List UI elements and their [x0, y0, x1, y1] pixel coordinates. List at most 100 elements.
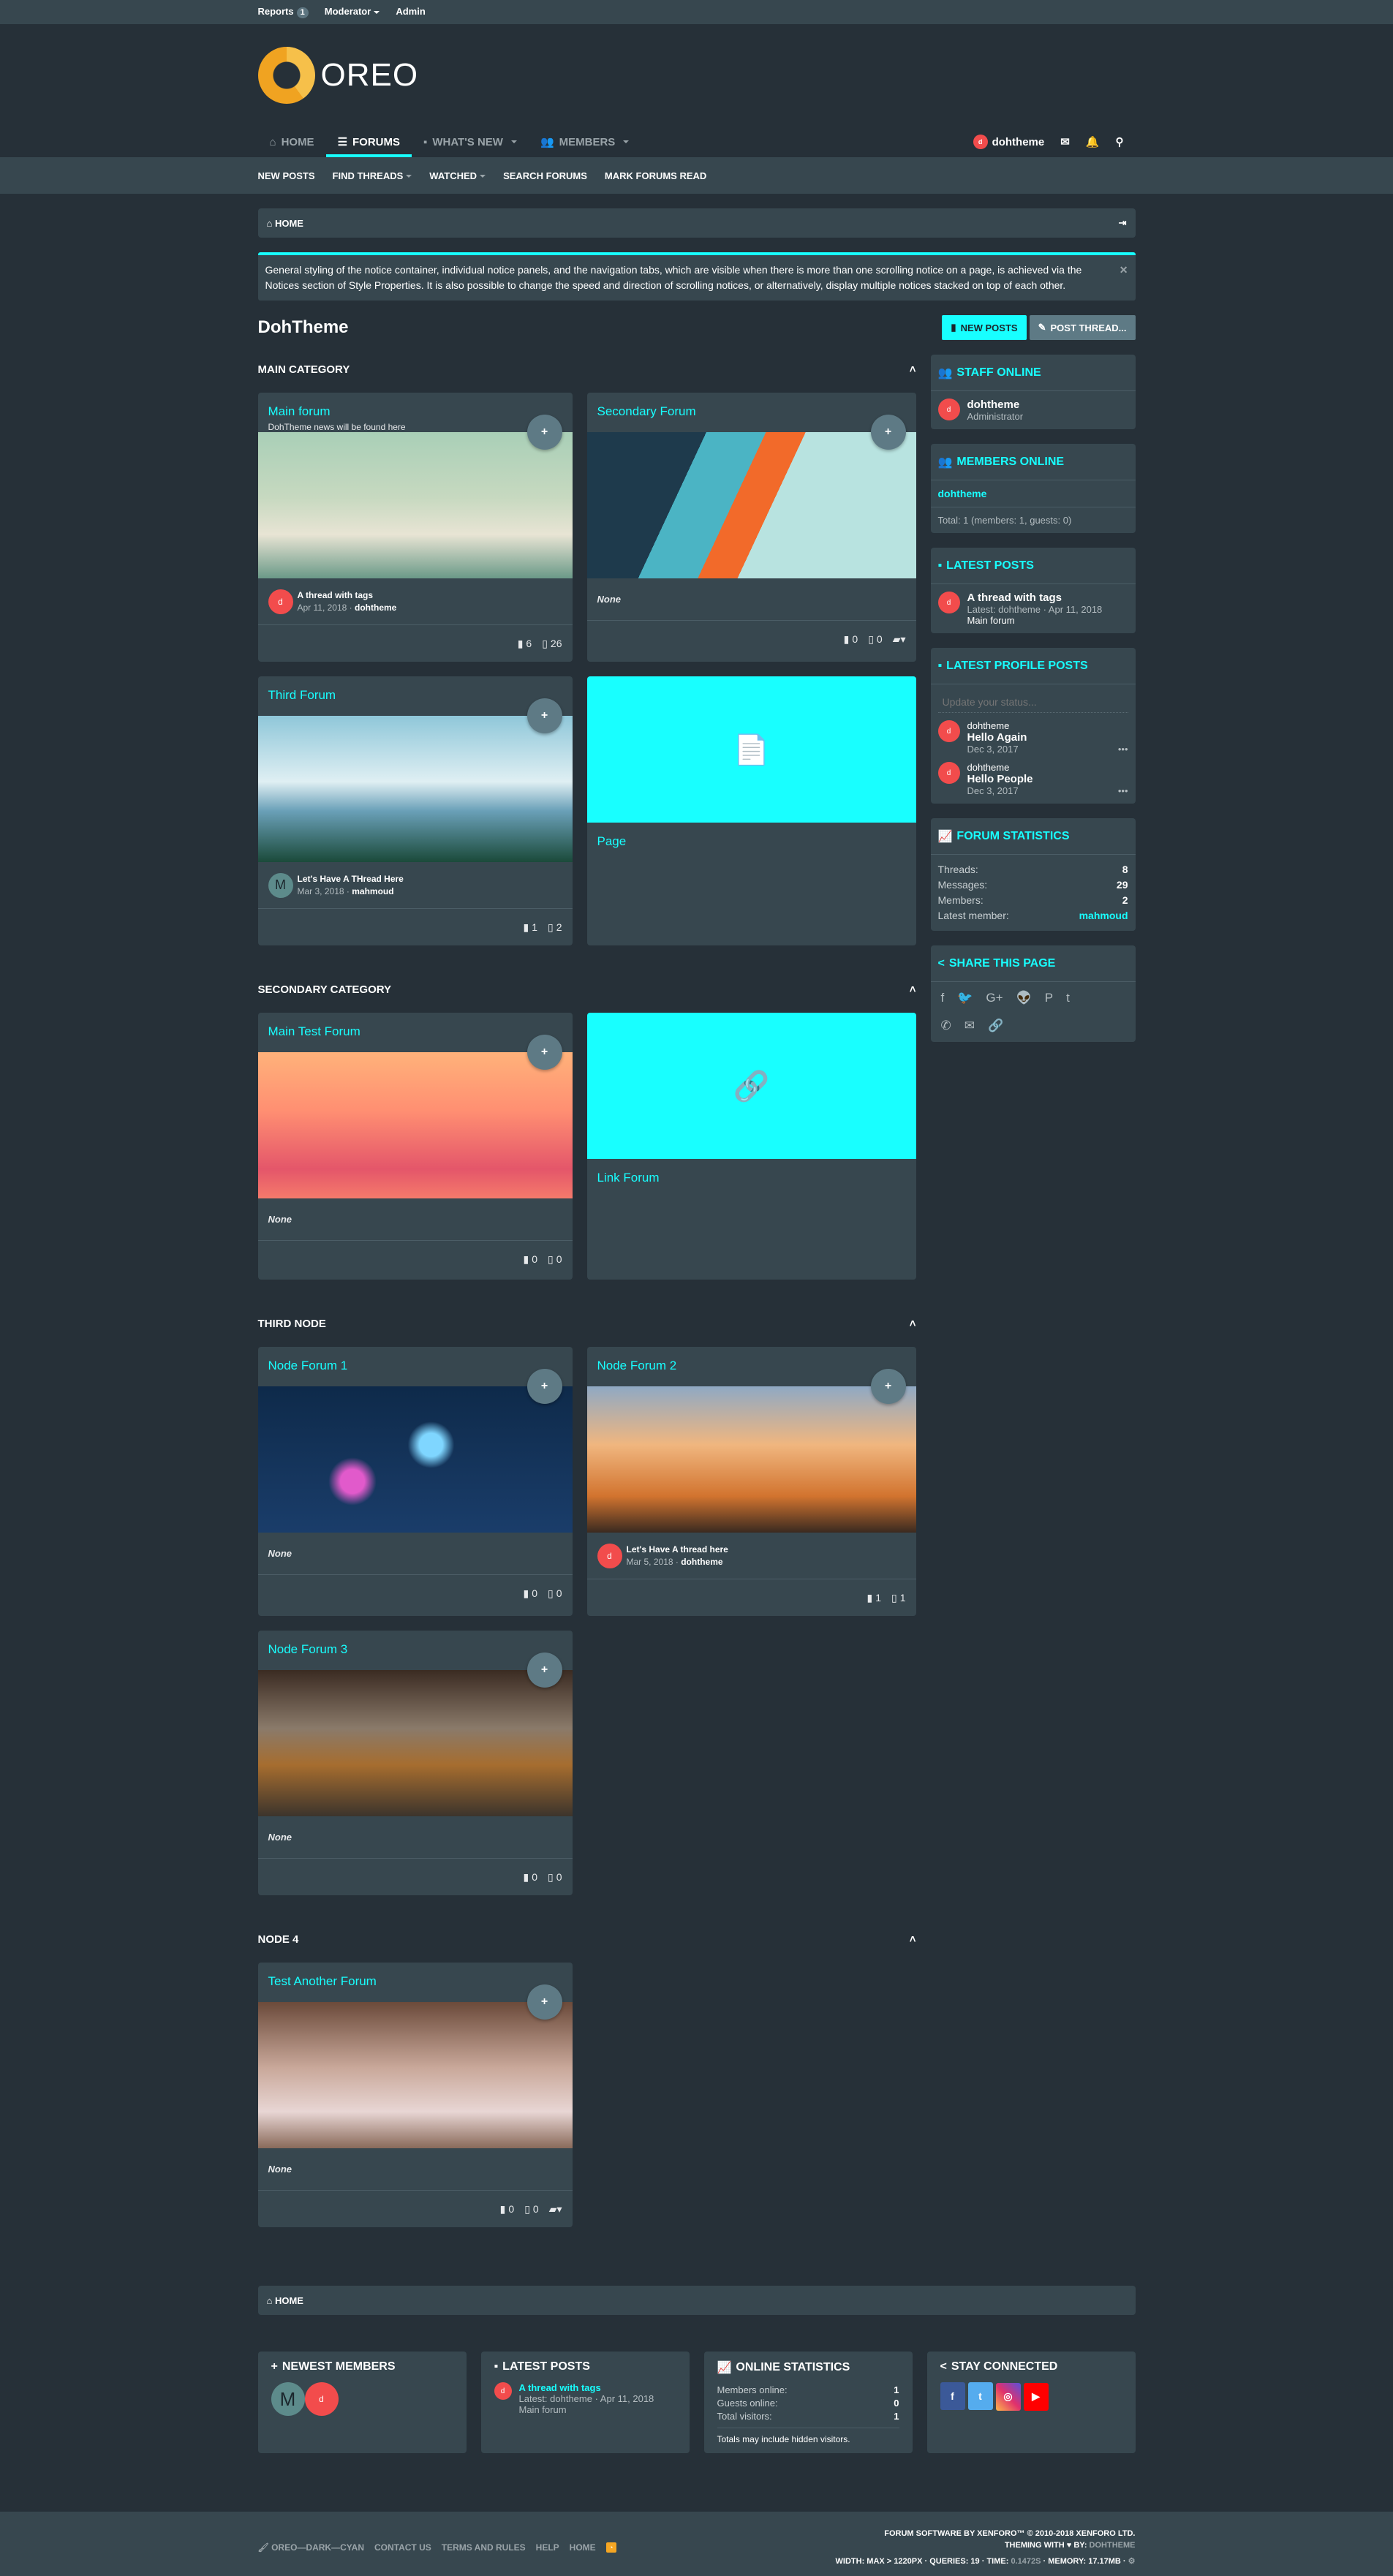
subnav-search-forums[interactable]: SEARCH FORUMS: [503, 170, 587, 181]
latest-member-link[interactable]: mahmoud: [1079, 908, 1128, 923]
footer-link-contact[interactable]: CONTACT US: [374, 2542, 431, 2553]
node-title[interactable]: Node Forum 2: [597, 1359, 906, 1373]
last-thread-link[interactable]: Let's Have A thread here: [627, 1544, 728, 1555]
node-title[interactable]: Main forum: [268, 404, 562, 419]
logo[interactable]: OREO: [257, 47, 419, 104]
user-menu[interactable]: d dohtheme: [973, 135, 1044, 149]
reddit-icon[interactable]: 👽: [1016, 991, 1032, 1005]
thread-link[interactable]: A thread with tags: [967, 592, 1103, 604]
more-icon[interactable]: •••: [1118, 785, 1128, 796]
nav-tab-whats-new[interactable]: ▪ WHAT'S NEW: [412, 126, 529, 157]
collapse-icon[interactable]: ˄: [910, 1933, 916, 1946]
new-thread-button[interactable]: +: [526, 1653, 562, 1688]
node-image[interactable]: [257, 716, 573, 862]
rss-icon[interactable]: ◔: [605, 2542, 616, 2553]
nav-tab-members[interactable]: 👥 MEMBERS: [529, 126, 641, 157]
new-thread-button[interactable]: +: [526, 1369, 562, 1404]
node-image[interactable]: [257, 1386, 573, 1533]
subnav-watched[interactable]: WATCHED: [429, 170, 486, 181]
facebook-icon[interactable]: f: [940, 2382, 965, 2410]
new-thread-button[interactable]: +: [526, 1035, 562, 1070]
post-user[interactable]: dohtheme: [967, 720, 1128, 731]
subnav-find-threads[interactable]: FIND THREADS: [333, 170, 412, 181]
online-member-link[interactable]: dohtheme: [930, 480, 1136, 507]
twitter-icon[interactable]: 🐦: [957, 991, 973, 1005]
post-thread-button[interactable]: ✎ POST THREAD...: [1029, 315, 1136, 340]
folder-menu-icon[interactable]: ▰▾: [893, 633, 906, 646]
category-title[interactable]: SECONDARY CATEGORY: [258, 983, 392, 996]
node-title[interactable]: Page: [587, 823, 916, 861]
breadcrumb-home[interactable]: ⌂ HOME: [267, 218, 303, 229]
node-title[interactable]: Node Forum 1: [268, 1359, 562, 1373]
subnav-new-posts[interactable]: NEW POSTS: [258, 170, 315, 181]
footer-link-help[interactable]: HELP: [536, 2542, 559, 2553]
link-icon[interactable]: 🔗: [586, 1013, 916, 1159]
node-title[interactable]: Secondary Forum: [597, 404, 906, 419]
post-user[interactable]: dohtheme: [967, 762, 1128, 773]
node-title[interactable]: Main Test Forum: [268, 1024, 562, 1039]
footer-link-terms[interactable]: TERMS AND RULES: [442, 2542, 526, 2553]
new-thread-button[interactable]: +: [526, 415, 562, 450]
folder-menu-icon[interactable]: ▰▾: [549, 2203, 562, 2216]
admin-link[interactable]: Admin: [396, 6, 425, 18]
gear-icon[interactable]: ⚙: [1128, 2557, 1136, 2566]
bell-icon[interactable]: 🔔: [1086, 135, 1100, 148]
node-image[interactable]: [257, 1052, 573, 1198]
nav-tab-home[interactable]: ⌂ HOME: [258, 126, 326, 157]
node-title[interactable]: Link Forum: [587, 1159, 916, 1197]
search-icon[interactable]: ⚲: [1116, 135, 1124, 148]
category-title[interactable]: THIRD NODE: [258, 1318, 326, 1330]
node-image[interactable]: [257, 1670, 573, 1816]
new-posts-button[interactable]: ▮ NEW POSTS: [942, 315, 1027, 340]
node-title[interactable]: Node Forum 3: [268, 1642, 562, 1657]
nav-tab-forums[interactable]: ☰ FORUMS: [325, 126, 412, 157]
instagram-icon[interactable]: ◎: [995, 2382, 1021, 2411]
node-image[interactable]: [257, 2002, 573, 2148]
whatsapp-icon[interactable]: ✆: [941, 1019, 951, 1033]
theme-author-link[interactable]: DOHTHEME: [1090, 2541, 1136, 2550]
node-title[interactable]: Third Forum: [268, 688, 562, 703]
thread-link[interactable]: A thread with tags: [519, 2382, 654, 2393]
new-thread-button[interactable]: +: [870, 415, 906, 450]
last-thread-link[interactable]: A thread with tags: [298, 590, 397, 600]
forum-link[interactable]: Main forum: [967, 615, 1103, 626]
close-icon[interactable]: ✕: [1120, 262, 1128, 278]
twitter-icon[interactable]: t: [967, 2382, 993, 2410]
node-title[interactable]: Test Another Forum: [268, 1974, 562, 1989]
pinterest-icon[interactable]: P: [1045, 991, 1053, 1005]
avatar[interactable]: d: [937, 720, 960, 742]
avatar[interactable]: d: [937, 762, 960, 784]
status-input[interactable]: [937, 692, 1128, 713]
link-icon[interactable]: 🔗: [988, 1019, 1003, 1033]
reports-link[interactable]: Reports 1: [258, 6, 309, 18]
facebook-icon[interactable]: f: [941, 991, 945, 1005]
inbox-icon[interactable]: ✉: [1060, 135, 1070, 148]
avatar[interactable]: d: [268, 589, 293, 614]
staff-name[interactable]: dohtheme: [967, 399, 1024, 411]
avatar[interactable]: d: [494, 2382, 512, 2400]
node-image[interactable]: [257, 432, 573, 578]
node-image[interactable]: [586, 432, 916, 578]
google-plus-icon[interactable]: G+: [986, 991, 1003, 1005]
breadcrumb-home[interactable]: ⌂ HOME: [267, 2295, 303, 2306]
forum-link[interactable]: Main forum: [519, 2404, 654, 2415]
avatar[interactable]: M: [268, 872, 293, 898]
exit-icon[interactable]: ⇥: [1119, 217, 1127, 229]
collapse-icon[interactable]: ˄: [910, 363, 916, 376]
collapse-icon[interactable]: ˄: [910, 1318, 916, 1330]
last-user[interactable]: dohtheme: [681, 1557, 722, 1567]
avatar[interactable]: d: [937, 592, 960, 613]
avatar[interactable]: d: [597, 1543, 622, 1568]
new-thread-button[interactable]: +: [526, 1984, 562, 2020]
last-user[interactable]: dohtheme: [355, 603, 396, 613]
category-title[interactable]: NODE 4: [258, 1933, 299, 1946]
style-chooser[interactable]: 🖌 OREO—DARK—CYAN: [258, 2542, 364, 2553]
last-thread-link[interactable]: Let's Have A THread Here: [298, 874, 404, 884]
subnav-mark-read[interactable]: MARK FORUMS READ: [605, 170, 706, 181]
email-icon[interactable]: ✉: [964, 1019, 975, 1033]
member-avatar[interactable]: M: [271, 2382, 305, 2416]
avatar[interactable]: d: [937, 399, 960, 420]
category-title[interactable]: MAIN CATEGORY: [258, 363, 350, 376]
moderator-menu[interactable]: Moderator: [325, 6, 380, 18]
new-thread-button[interactable]: +: [526, 698, 562, 733]
